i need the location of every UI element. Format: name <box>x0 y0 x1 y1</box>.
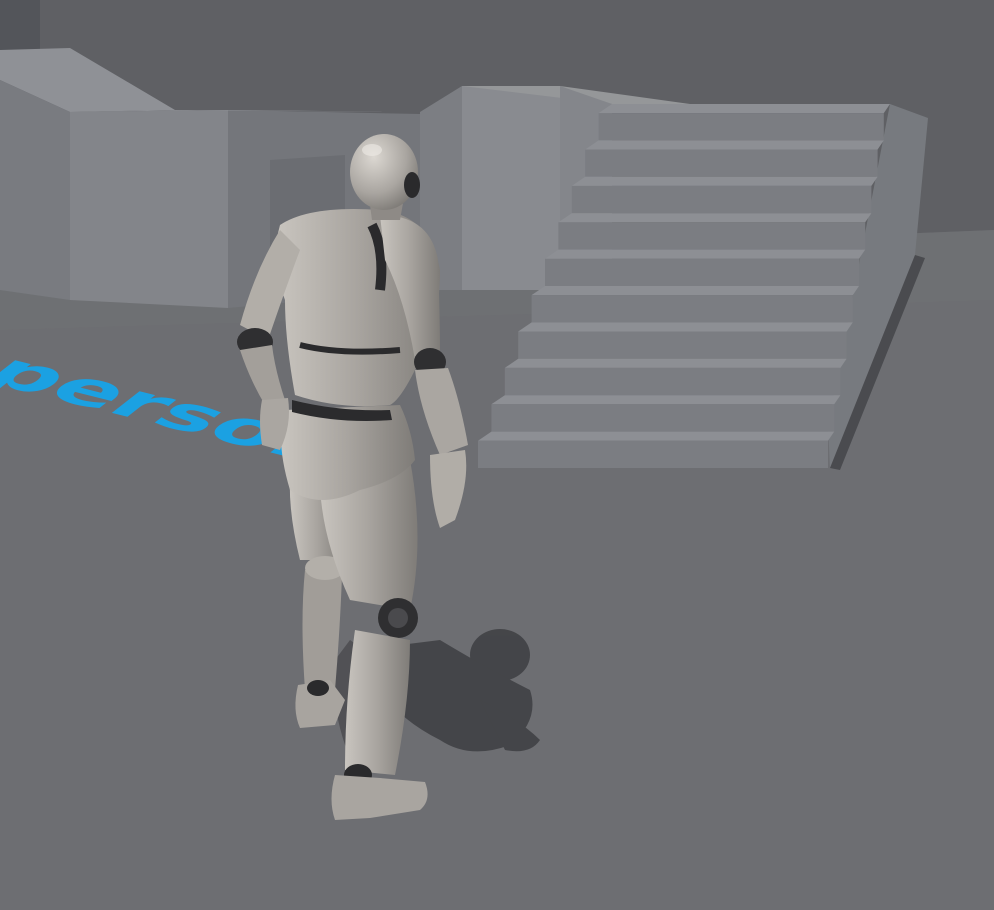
stair-riser <box>571 185 872 214</box>
character-right-kneecap <box>388 608 408 628</box>
game-viewport[interactable]: person <box>0 0 994 910</box>
stair-tread <box>558 213 872 223</box>
stair-riser <box>598 113 884 141</box>
stair-riser <box>518 331 847 359</box>
left-ramp-face <box>0 80 70 300</box>
stair-riser <box>504 367 841 396</box>
stair-riser <box>531 295 853 323</box>
stair-riser <box>478 440 828 468</box>
stair-riser <box>545 258 859 286</box>
stair-tread <box>504 358 847 368</box>
stair-tread <box>598 104 890 114</box>
scene-canvas[interactable]: person <box>0 0 994 910</box>
stair-tread <box>571 176 878 186</box>
character-left-ankle <box>307 680 329 696</box>
stair-riser <box>585 149 878 177</box>
stair-tread <box>518 322 853 332</box>
stair-tread <box>585 140 884 150</box>
stair-tread <box>545 249 866 259</box>
stair-tread <box>478 431 835 441</box>
stair-riser <box>558 222 866 250</box>
stair-tread <box>491 395 841 405</box>
character-ear <box>404 172 420 198</box>
character-left-shin <box>302 570 342 690</box>
left-block-face <box>70 110 228 308</box>
character-head-highlight <box>362 144 382 156</box>
character-head <box>350 134 418 210</box>
stair-tread <box>531 286 859 296</box>
stair-riser <box>491 404 835 432</box>
